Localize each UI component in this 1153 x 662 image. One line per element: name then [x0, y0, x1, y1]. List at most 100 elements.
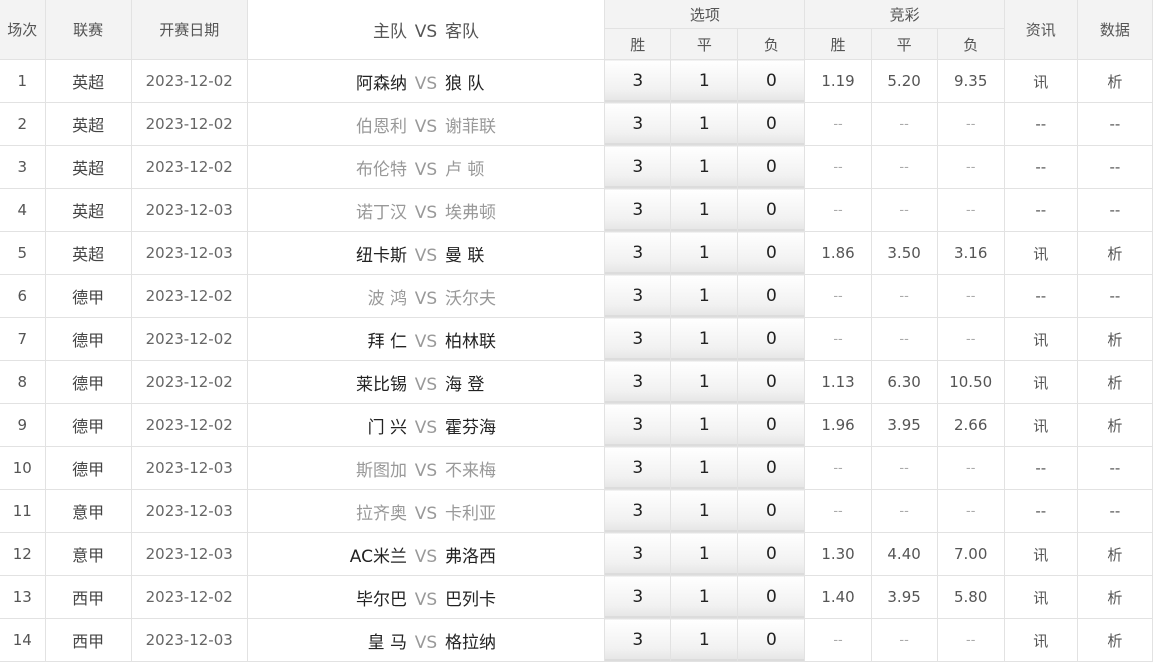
- option-lose-button[interactable]: 0: [737, 59, 806, 103]
- option-win-button[interactable]: 3: [604, 446, 672, 490]
- option-win-button[interactable]: 3: [604, 59, 672, 103]
- away-team: 格拉纳: [445, 632, 496, 653]
- league-name: 德甲: [45, 403, 132, 447]
- option-lose-button[interactable]: 0: [737, 145, 806, 189]
- option-lose-button[interactable]: 0: [737, 317, 806, 361]
- home-team: AC米兰: [349, 546, 407, 567]
- header-match: 主队 VS 客队: [247, 0, 606, 60]
- header-home: 主队: [373, 22, 407, 42]
- analysis-link[interactable]: 析: [1077, 360, 1153, 404]
- option-win-button[interactable]: 3: [604, 489, 672, 533]
- option-win-button[interactable]: 3: [604, 274, 672, 318]
- home-team: 诺丁汉: [356, 202, 407, 223]
- option-win-button[interactable]: 3: [604, 145, 672, 189]
- odds-win: --: [804, 446, 872, 490]
- analysis-link[interactable]: 析: [1077, 575, 1153, 619]
- option-draw-button[interactable]: 1: [670, 446, 739, 490]
- match-date: 2023-12-02: [131, 317, 248, 361]
- option-draw-button[interactable]: 1: [670, 231, 739, 275]
- option-lose-button[interactable]: 0: [737, 231, 806, 275]
- option-lose-button[interactable]: 0: [737, 618, 806, 662]
- league-name: 西甲: [45, 618, 132, 662]
- option-draw-button[interactable]: 1: [670, 403, 739, 447]
- option-lose-button[interactable]: 0: [737, 360, 806, 404]
- away-team: 弗洛西: [445, 546, 496, 567]
- option-draw-button[interactable]: 1: [670, 360, 739, 404]
- odds-lose: --: [937, 188, 1005, 232]
- match-teams: 门 兴 VS 霍芬海: [247, 403, 606, 447]
- option-win-button[interactable]: 3: [604, 317, 672, 361]
- option-draw-button[interactable]: 1: [670, 145, 739, 189]
- option-win-button[interactable]: 3: [604, 102, 672, 146]
- option-win-button[interactable]: 3: [604, 188, 672, 232]
- odds-draw: --: [871, 446, 938, 490]
- option-lose-button[interactable]: 0: [737, 403, 806, 447]
- news-link[interactable]: 讯: [1004, 575, 1078, 619]
- vs-label: VS: [414, 546, 438, 567]
- analysis-link[interactable]: 析: [1077, 618, 1153, 662]
- match-date: 2023-12-03: [131, 231, 248, 275]
- analysis-link[interactable]: 析: [1077, 403, 1153, 447]
- match-teams: 拉齐奥 VS 卡利亚: [247, 489, 606, 533]
- news-link[interactable]: 讯: [1004, 231, 1078, 275]
- match-date: 2023-12-03: [131, 446, 248, 490]
- header-options: 选项: [604, 0, 806, 29]
- odds-win: --: [804, 317, 872, 361]
- match-teams: 毕尔巴 VS 巴列卡: [247, 575, 606, 619]
- odds-draw: 3.50: [871, 231, 938, 275]
- match-index: 10: [0, 446, 46, 490]
- option-lose-button[interactable]: 0: [737, 575, 806, 619]
- away-team: 卡利亚: [445, 503, 496, 524]
- option-draw-button[interactable]: 1: [670, 489, 739, 533]
- option-lose-button[interactable]: 0: [737, 532, 806, 576]
- match-index: 9: [0, 403, 46, 447]
- option-draw-button[interactable]: 1: [670, 317, 739, 361]
- odds-win: --: [804, 145, 872, 189]
- analysis-link[interactable]: 析: [1077, 532, 1153, 576]
- option-draw-button[interactable]: 1: [670, 618, 739, 662]
- option-draw-button[interactable]: 1: [670, 274, 739, 318]
- header-data: 数据: [1077, 0, 1153, 60]
- option-draw-button[interactable]: 1: [670, 188, 739, 232]
- option-lose-button[interactable]: 0: [737, 274, 806, 318]
- option-win-button[interactable]: 3: [604, 360, 672, 404]
- option-draw-button[interactable]: 1: [670, 575, 739, 619]
- vs-label: VS: [414, 632, 438, 653]
- news-link[interactable]: 讯: [1004, 532, 1078, 576]
- league-name: 英超: [45, 59, 132, 103]
- option-win-button[interactable]: 3: [604, 618, 672, 662]
- option-win-button[interactable]: 3: [604, 231, 672, 275]
- league-name: 意甲: [45, 532, 132, 576]
- option-win-button[interactable]: 3: [604, 575, 672, 619]
- option-win-button[interactable]: 3: [604, 532, 672, 576]
- match-teams: 拜 仁 VS 柏林联: [247, 317, 606, 361]
- match-teams: 诺丁汉 VS 埃弗顿: [247, 188, 606, 232]
- odds-win: 1.96: [804, 403, 872, 447]
- news-link[interactable]: 讯: [1004, 59, 1078, 103]
- away-team: 霍芬海: [445, 417, 496, 438]
- league-name: 英超: [45, 231, 132, 275]
- news-link[interactable]: 讯: [1004, 618, 1078, 662]
- odds-lose: --: [937, 489, 1005, 533]
- table-row: 1 英超 2023-12-02 阿森纳 VS 狼 队 3 1 0 1.19 5.20 9.35 讯析: [0, 59, 1153, 103]
- option-draw-button[interactable]: 1: [670, 532, 739, 576]
- analysis-link[interactable]: 析: [1077, 231, 1153, 275]
- option-lose-button[interactable]: 0: [737, 188, 806, 232]
- odds-lose: --: [937, 102, 1005, 146]
- home-team: 波 鸿: [367, 288, 407, 309]
- analysis-link[interactable]: 析: [1077, 59, 1153, 103]
- option-lose-button[interactable]: 0: [737, 489, 806, 533]
- news-link: --: [1004, 102, 1078, 146]
- analysis-link[interactable]: 析: [1077, 317, 1153, 361]
- option-draw-button[interactable]: 1: [670, 59, 739, 103]
- option-draw-button[interactable]: 1: [670, 102, 739, 146]
- away-team: 谢菲联: [445, 116, 496, 137]
- option-lose-button[interactable]: 0: [737, 102, 806, 146]
- news-link[interactable]: 讯: [1004, 317, 1078, 361]
- news-link[interactable]: 讯: [1004, 360, 1078, 404]
- odds-lose: 5.80: [937, 575, 1005, 619]
- table-row: 3 英超 2023-12-02 布伦特 VS 卢 顿 3 1 0 -- -- -- -- --: [0, 145, 1153, 189]
- option-lose-button[interactable]: 0: [737, 446, 806, 490]
- news-link[interactable]: 讯: [1004, 403, 1078, 447]
- option-win-button[interactable]: 3: [604, 403, 672, 447]
